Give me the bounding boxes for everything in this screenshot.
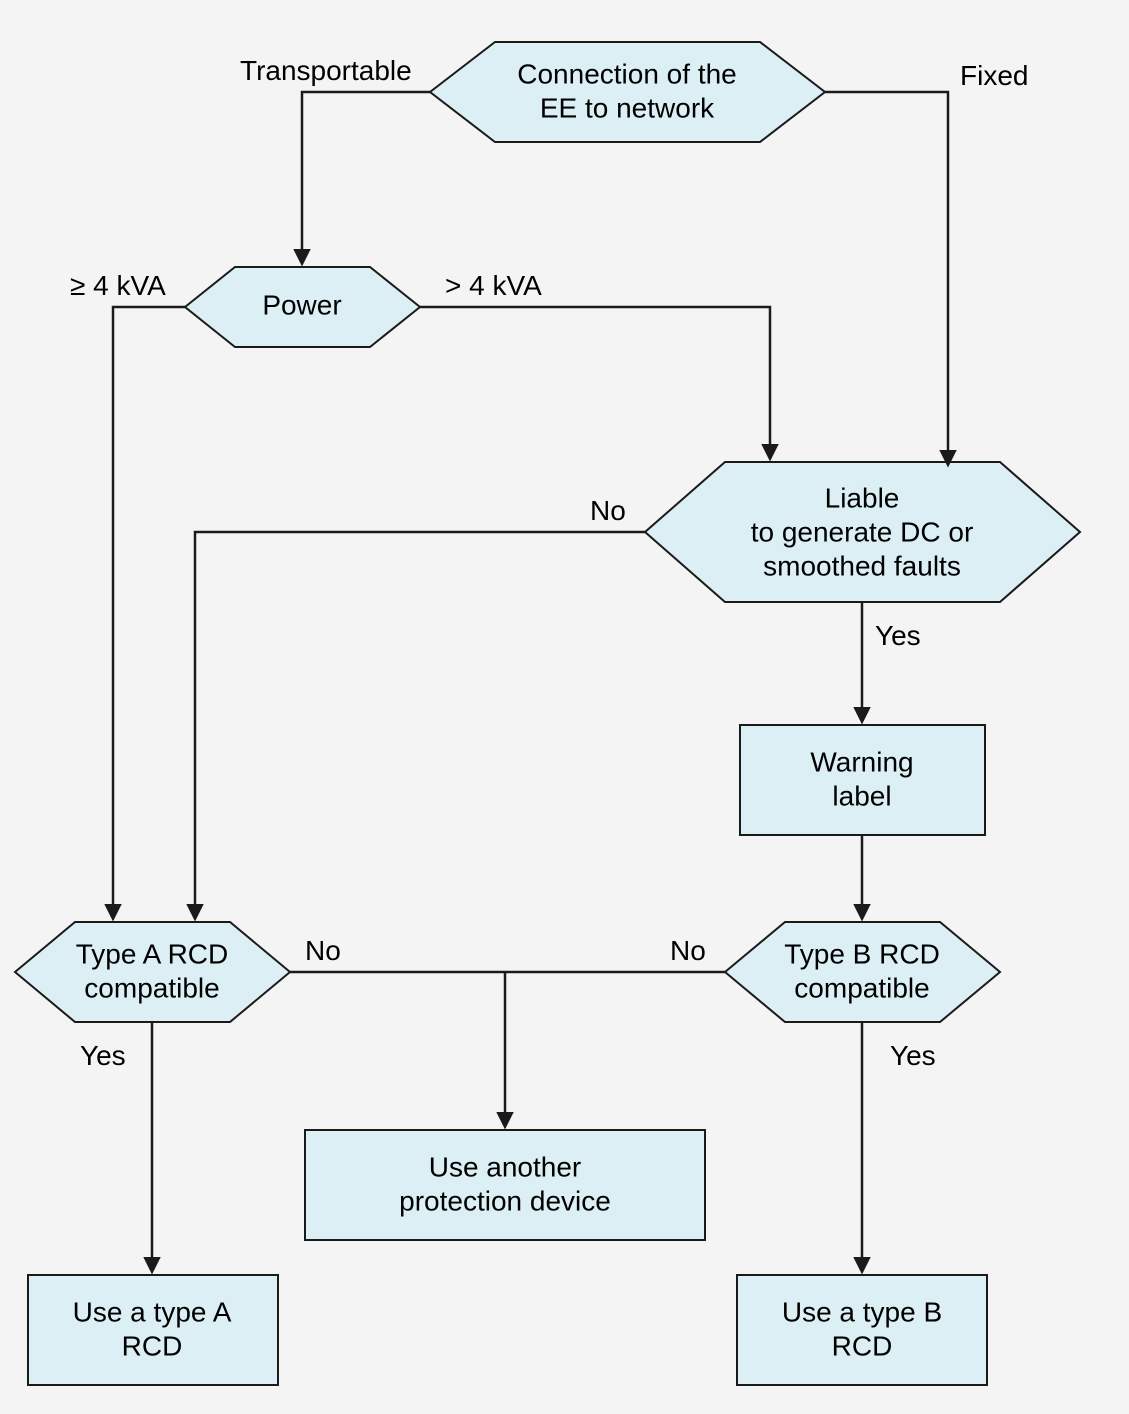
node-rcdA-line1: Type A RCD xyxy=(76,938,229,969)
node-liable-line3: smoothed faults xyxy=(763,550,961,581)
node-warning: Warning label xyxy=(740,725,985,835)
node-useB: Use a type B RCD xyxy=(737,1275,987,1385)
edge-label-no-liable: No xyxy=(590,495,626,526)
node-liable-line2: to generate DC or xyxy=(751,516,974,547)
node-another-line1: Use another xyxy=(429,1151,582,1182)
node-connection: Connection of the EE to network xyxy=(430,42,825,142)
node-connection-line2: EE to network xyxy=(540,92,715,123)
node-useA-line1: Use a type A xyxy=(73,1296,232,1327)
node-useA-line2: RCD xyxy=(122,1330,183,1361)
edge-label-fixed: Fixed xyxy=(960,60,1028,91)
node-useB-line1: Use a type B xyxy=(782,1296,942,1327)
node-another: Use another protection device xyxy=(305,1130,705,1240)
edge-label-yes-liable: Yes xyxy=(875,620,921,651)
edge-ge4 xyxy=(113,307,185,918)
node-power-line1: Power xyxy=(262,289,341,320)
edge-no-liable xyxy=(195,532,645,918)
edge-fixed xyxy=(825,92,948,464)
node-another-line2: protection device xyxy=(399,1185,611,1216)
node-useB-line2: RCD xyxy=(832,1330,893,1361)
node-liable: Liable to generate DC or smoothed faults xyxy=(645,462,1080,602)
flowchart: Connection of the EE to network Power Li… xyxy=(0,0,1129,1414)
edge-label-yesB: Yes xyxy=(890,1040,936,1071)
node-rcdA: Type A RCD compatible xyxy=(15,922,290,1022)
node-rcdB: Type B RCD compatible xyxy=(725,922,1000,1022)
node-useA: Use a type A RCD xyxy=(28,1275,278,1385)
edge-label-yesA: Yes xyxy=(80,1040,126,1071)
edge-transportable xyxy=(302,92,430,263)
edge-label-transportable: Transportable xyxy=(240,55,412,86)
edge-label-gt4: > 4 kVA xyxy=(445,270,542,301)
edge-label-ge4: ≥ 4 kVA xyxy=(70,270,166,301)
node-rcdB-line1: Type B RCD xyxy=(784,938,940,969)
node-rcdB-line2: compatible xyxy=(794,972,929,1003)
node-connection-line1: Connection of the xyxy=(517,58,737,89)
edge-gt4 xyxy=(420,307,770,458)
edge-label-noA: No xyxy=(305,935,341,966)
node-power: Power xyxy=(185,267,420,347)
node-liable-line1: Liable xyxy=(825,482,900,513)
node-rcdA-line2: compatible xyxy=(84,972,219,1003)
node-warning-line1: Warning xyxy=(810,746,913,777)
edge-label-noB: No xyxy=(670,935,706,966)
node-warning-line2: label xyxy=(832,780,891,811)
